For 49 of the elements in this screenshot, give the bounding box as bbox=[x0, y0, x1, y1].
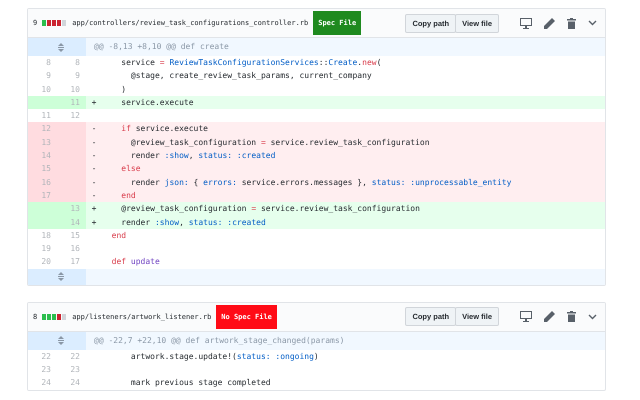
hunk-header: @@ -8,13 +8,10 @@ def create bbox=[94, 41, 229, 53]
diff-sign: - bbox=[92, 190, 96, 200]
code-line: ) bbox=[120, 84, 126, 94]
code-line: mark previous stage completed bbox=[130, 378, 271, 388]
line-number: 13 bbox=[57, 202, 86, 216]
diff-sign: - bbox=[92, 138, 96, 147]
gutter-cell bbox=[28, 96, 57, 110]
line-number: 14 bbox=[28, 149, 57, 162]
diff-sign: - bbox=[92, 178, 96, 187]
line-number: 16 bbox=[28, 176, 57, 189]
trash-icon[interactable] bbox=[567, 18, 576, 28]
trash-icon[interactable] bbox=[567, 311, 576, 322]
line-number: 12 bbox=[57, 109, 86, 122]
code-line: render :show, status: :created bbox=[130, 151, 276, 160]
code-line: else bbox=[120, 164, 141, 174]
code-line: render json: { errors: service.errors.messages }, status: :unprocessable_entity bbox=[130, 178, 512, 187]
diffstat-bar bbox=[42, 20, 66, 26]
chevron-down-icon[interactable] bbox=[588, 314, 597, 320]
line-number: 17 bbox=[28, 188, 57, 202]
diff-sign: + bbox=[92, 218, 96, 227]
code-line: end bbox=[110, 230, 126, 240]
pencil-icon[interactable] bbox=[544, 311, 555, 322]
pencil-icon[interactable] bbox=[544, 18, 555, 28]
code-line: render :show, status: :created bbox=[120, 218, 266, 227]
line-number: 14 bbox=[57, 216, 86, 229]
diff-sign: + bbox=[92, 98, 96, 107]
code-line: service.execute bbox=[120, 98, 194, 107]
chevron-down-icon[interactable] bbox=[588, 20, 597, 26]
diff-sign: + bbox=[92, 204, 96, 214]
line-number: 13 bbox=[28, 136, 57, 150]
code-line: service = ReviewTaskConfigurationServices::Create.new( bbox=[120, 58, 382, 67]
code-line: if service.execute bbox=[120, 124, 208, 134]
code-line: @review_task_configuration = service.review_task_configuration bbox=[130, 138, 430, 147]
diff-sign: - bbox=[92, 164, 96, 174]
code-line: @stage, create_review_task_params, current_company bbox=[130, 71, 372, 80]
code-line: artwork.stage.update!(status: :ongoing) bbox=[130, 352, 319, 361]
code-line: end bbox=[120, 190, 136, 200]
monitor-icon[interactable] bbox=[520, 311, 532, 322]
diffstat-bar bbox=[42, 314, 66, 320]
code-line: def update bbox=[110, 257, 160, 266]
monitor-icon[interactable] bbox=[520, 18, 532, 28]
diff-sign: - bbox=[92, 124, 96, 134]
hunk-header: @@ -22,7 +22,10 @@ def artwork_stage_changed(params) bbox=[94, 334, 344, 347]
diff-sign: - bbox=[92, 151, 96, 160]
line-number: 11 bbox=[57, 96, 86, 110]
line-number: 12 bbox=[28, 122, 57, 136]
line-number: 11 bbox=[28, 109, 57, 122]
line-number: 15 bbox=[28, 162, 57, 176]
code-line: @review_task_configuration = service.review_task_configuration bbox=[120, 204, 420, 214]
